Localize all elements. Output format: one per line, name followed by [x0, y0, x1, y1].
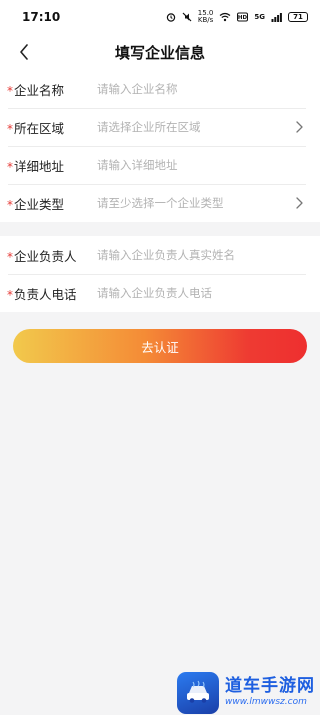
- status-bar: 17:10 15.0 KB/s HD 5G 71: [0, 0, 320, 34]
- address-field[interactable]: *详细地址 请输入详细地址: [0, 146, 320, 184]
- verify-button[interactable]: 去认证: [13, 329, 307, 363]
- field-label-text: 详细地址: [14, 158, 65, 174]
- wifi-icon: [220, 12, 231, 22]
- required-mark: *: [7, 197, 13, 212]
- page-title: 填写企业信息: [114, 43, 205, 62]
- watermark-name: 道车手游网: [225, 676, 315, 696]
- required-mark: *: [7, 121, 13, 136]
- field-label-text: 企业名称: [14, 82, 65, 98]
- field-label-text: 所在区域: [14, 120, 65, 136]
- back-button[interactable]: [10, 38, 38, 66]
- field-label: *所在区域: [7, 118, 97, 137]
- status-icons: 15.0 KB/s HD 5G 71: [166, 10, 308, 24]
- contact-info-section: *企业负责人 请输入企业负责人真实姓名 *负责人电话 请输入企业负责人电话: [0, 236, 320, 312]
- required-mark: *: [7, 249, 13, 264]
- field-label-text: 企业类型: [14, 196, 65, 212]
- signal-icon: [271, 13, 282, 22]
- battery-icon: 71: [288, 12, 308, 22]
- alarm-icon: [166, 13, 175, 22]
- network-speed-unit: KB/s: [197, 16, 214, 24]
- field-label: *企业负责人: [7, 246, 97, 265]
- chevron-right-icon[interactable]: [294, 120, 304, 134]
- watermark-url: www.lmwwsz.com: [225, 697, 307, 707]
- field-label: *企业类型: [7, 194, 97, 213]
- chevron-right-icon[interactable]: [294, 196, 304, 210]
- required-mark: *: [7, 287, 13, 302]
- company-name-input[interactable]: 请输入企业名称: [97, 81, 178, 97]
- address-input[interactable]: 请输入详细地址: [97, 157, 178, 173]
- field-label: *企业名称: [7, 80, 97, 99]
- hd-icon: HD: [237, 12, 249, 22]
- company-name-field[interactable]: *企业名称 请输入企业名称: [0, 70, 320, 108]
- contact-name-input[interactable]: 请输入企业负责人真实姓名: [97, 247, 235, 263]
- company-type-field[interactable]: *企业类型 请至少选择一个企业类型: [0, 184, 320, 222]
- field-label-text: 负责人电话: [14, 286, 77, 302]
- page-header: 填写企业信息: [0, 34, 320, 70]
- watermark: 道车手游网 www.lmwwsz.com: [177, 670, 320, 715]
- required-mark: *: [7, 83, 13, 98]
- svg-text:HD: HD: [238, 15, 248, 21]
- watermark-text: 道车手游网 www.lmwwsz.com: [225, 678, 315, 707]
- status-time: 17:10: [22, 10, 61, 24]
- region-field[interactable]: *所在区域 请选择企业所在区域: [0, 108, 320, 146]
- car-logo-icon: [177, 671, 219, 714]
- contact-name-field[interactable]: *企业负责人 请输入企业负责人真实姓名: [0, 236, 320, 274]
- region-select[interactable]: 请选择企业所在区域: [97, 119, 201, 135]
- required-mark: *: [7, 159, 13, 174]
- company-type-select[interactable]: 请至少选择一个企业类型: [97, 195, 224, 211]
- chevron-left-icon: [20, 44, 28, 60]
- company-info-section: *企业名称 请输入企业名称 *所在区域 请选择企业所在区域 *详细地址 请输入详…: [0, 70, 320, 222]
- field-label: *详细地址: [7, 156, 97, 175]
- mute-icon: [182, 12, 192, 22]
- contact-phone-field[interactable]: *负责人电话 请输入企业负责人电话: [0, 274, 320, 312]
- field-label-text: 企业负责人: [14, 248, 77, 264]
- contact-phone-input[interactable]: 请输入企业负责人电话: [97, 285, 212, 301]
- field-label: *负责人电话: [7, 284, 97, 303]
- signal-label: 5G: [254, 13, 265, 21]
- network-speed: 15.0 KB/s: [198, 10, 214, 24]
